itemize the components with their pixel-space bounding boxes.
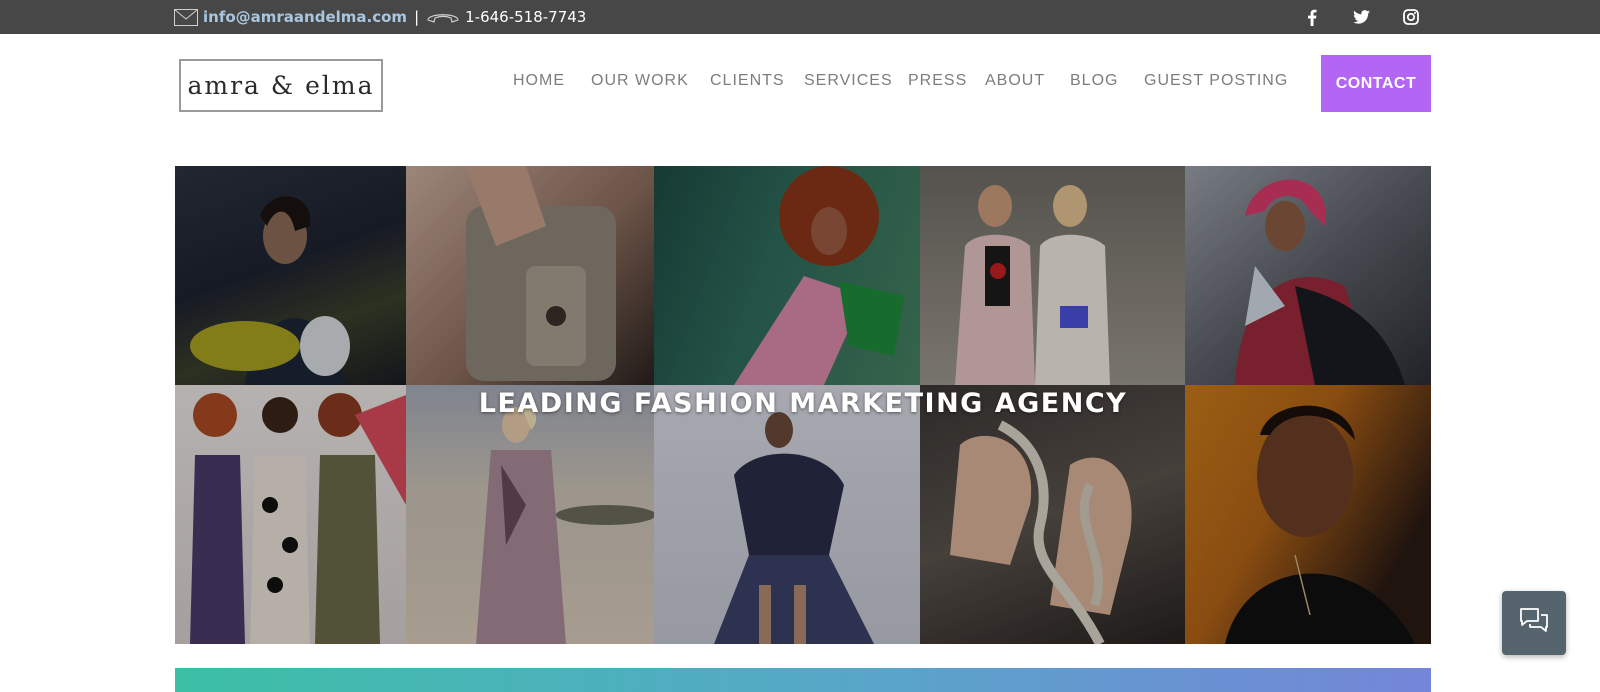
facebook-icon[interactable] bbox=[1301, 6, 1323, 28]
photo-clutch-bag bbox=[406, 166, 654, 385]
gradient-section-top bbox=[175, 668, 1431, 692]
phone-number[interactable]: 1-646-518-7743 bbox=[465, 8, 586, 26]
email-link[interactable]: info@amraandelma.com bbox=[203, 8, 407, 26]
hero-title: LEADING FASHION MARKETING AGENCY bbox=[478, 388, 1128, 419]
photo-woman-in-car bbox=[175, 166, 406, 385]
photo-two-men-street bbox=[920, 166, 1185, 385]
contact-info: info@amraandelma.com | 1-646-518-7743 bbox=[174, 0, 586, 34]
twitter-icon[interactable] bbox=[1350, 6, 1372, 28]
photo-sequin-dress bbox=[654, 385, 920, 644]
photo-red-hair-pink-dress bbox=[654, 166, 920, 385]
photo-man-portrait bbox=[1185, 385, 1431, 644]
nav-press[interactable]: PRESS bbox=[908, 72, 967, 90]
mail-icon bbox=[174, 8, 198, 26]
instagram-icon[interactable] bbox=[1400, 6, 1422, 28]
nav-guest-posting[interactable]: GUEST POSTING bbox=[1144, 72, 1288, 90]
nav-services[interactable]: SERVICES bbox=[804, 72, 893, 90]
separator: | bbox=[414, 8, 420, 26]
nav-about[interactable]: ABOUT bbox=[985, 72, 1045, 90]
chat-bubbles-icon bbox=[1519, 607, 1549, 639]
photo-three-models-prints bbox=[175, 385, 406, 644]
nav-blog[interactable]: BLOG bbox=[1070, 72, 1118, 90]
photo-floral-dress-beach bbox=[406, 385, 654, 644]
contact-button[interactable]: CONTACT bbox=[1321, 55, 1431, 112]
nav-clients[interactable]: CLIENTS bbox=[710, 72, 785, 90]
phone-icon bbox=[426, 10, 460, 24]
top-bar: info@amraandelma.com | 1-646-518-7743 bbox=[0, 0, 1600, 34]
nav-our-work[interactable]: OUR WORK bbox=[591, 72, 689, 90]
photo-snake-jewelry bbox=[920, 385, 1185, 644]
chat-widget-button[interactable] bbox=[1502, 591, 1566, 655]
photo-colorful-braids bbox=[1185, 166, 1431, 385]
nav-home[interactable]: HOME bbox=[513, 72, 565, 90]
